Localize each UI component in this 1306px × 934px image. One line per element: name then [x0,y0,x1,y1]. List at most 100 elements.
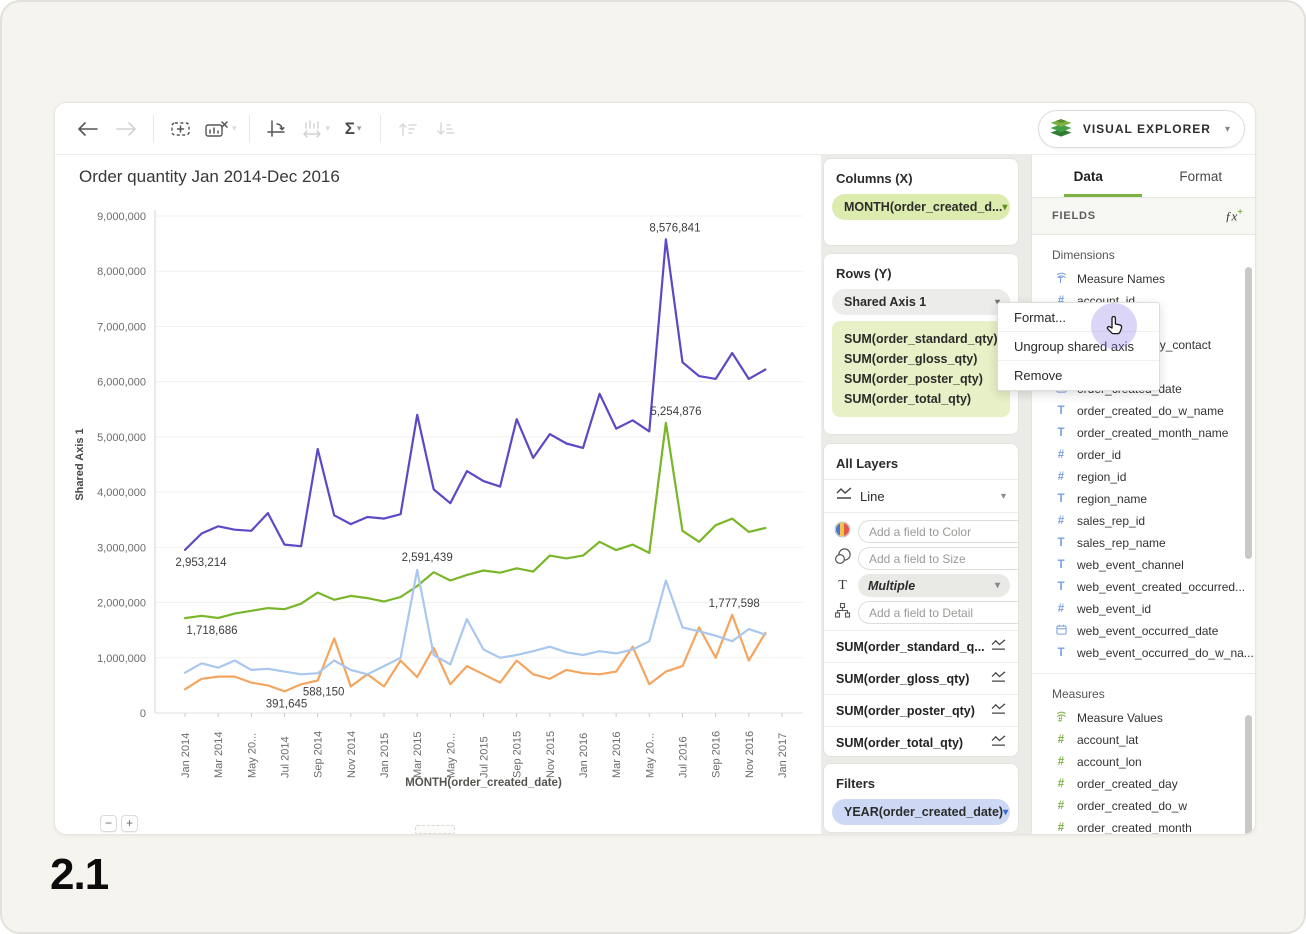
field-item[interactable]: #account_lon [1032,751,1256,773]
field-item[interactable]: #web_event_id [1032,598,1256,620]
resize-bars-icon[interactable]: ▾ [300,113,331,145]
chart-element: Jan 2017 [777,733,789,778]
field-item[interactable]: Tregion_name [1032,488,1256,510]
size-field-input[interactable] [858,547,1019,570]
sort-ascending-icon[interactable] [393,113,423,145]
text-field-icon: T [1054,493,1068,505]
field-item[interactable]: #order_id [1032,444,1256,466]
layer-field-row[interactable]: SUM(order_standard_q... [824,630,1018,662]
chart-element: Nov 2016 [744,731,756,778]
field-item[interactable]: #order_created_do_w [1032,795,1256,817]
toolbar-separator [249,115,250,143]
line-chart-icon [991,703,1006,718]
layer-field-row[interactable]: SUM(order_gloss_qty) [824,662,1018,694]
field-item-label: order_created_day [1077,777,1178,791]
columns-field-pill[interactable]: MONTH(order_created_d... ▾ [832,194,1010,220]
field-item[interactable]: #order_created_day [1032,773,1256,795]
visual-explorer-button[interactable]: VISUAL EXPLORER ▾ [1038,110,1245,148]
field-item[interactable]: #Measure Values [1032,707,1256,729]
color-field-input[interactable] [858,520,1019,543]
chart-element: Nov 2015 [545,731,557,778]
chart-element: 588,150 [303,687,345,699]
chart-element: Shared Axis 1 [74,428,86,500]
layer-field-row[interactable]: SUM(order_poster_qty) [824,694,1018,726]
shared-axis-field[interactable]: SUM(order_poster_qty) [832,369,1010,389]
remove-chart-icon[interactable]: ▾ [204,113,237,145]
forward-arrow-icon[interactable] [111,113,141,145]
number-field-icon: # [1054,603,1068,615]
field-item[interactable]: TMeasure Names [1032,268,1256,290]
chart-element: 2,953,214 [175,557,227,569]
hand-cursor-icon [1103,313,1127,344]
context-menu-item[interactable]: Ungroup shared axis [998,332,1159,361]
detail-field-input[interactable] [858,601,1019,624]
field-item[interactable]: Torder_created_do_w_name [1032,400,1256,422]
swap-axes-icon[interactable] [262,113,292,145]
chart-scrollbar-handle[interactable] [415,825,455,834]
field-item-label: order_created_month_name [1077,426,1228,440]
measures-scrollbar[interactable] [1245,715,1252,835]
toolbar-separator [153,115,154,143]
measure-values-icon: # [1054,710,1068,726]
filter-field-pill[interactable]: YEAR(order_created_date) ▾ [832,799,1010,825]
zoom-out-button[interactable]: − [100,815,117,832]
field-item-label: web_event_occurred_date [1077,624,1218,638]
chart-element: May 20... [246,733,258,778]
shared-axis-field[interactable]: SUM(order_total_qty) [832,389,1010,409]
number-field-icon: # [1054,471,1068,483]
mark-type-dropdown[interactable]: Line ▾ [824,480,1018,512]
field-item[interactable]: Tweb_event_created_occurred... [1032,576,1256,598]
field-item[interactable]: #account_lat [1032,729,1256,751]
all-layers-shelf: All Layers Line ▾ [823,443,1019,757]
field-item[interactable]: Tsales_rep_name [1032,532,1256,554]
chevron-down-icon: ▾ [1003,807,1008,818]
tab-format[interactable]: Format [1145,155,1257,197]
aggregate-sigma-icon[interactable]: Σ ▾ [338,113,368,145]
field-item-label: sales_rep_name [1077,536,1166,550]
field-item-label: order_id [1077,448,1121,462]
layer-field-row[interactable]: SUM(order_total_qty) [824,726,1018,757]
mark-type-label: Line [860,489,993,504]
field-item[interactable]: Tweb_event_channel [1032,554,1256,576]
field-item[interactable]: Tweb_event_occurred_do_w_na... [1032,642,1256,664]
number-field-icon: # [1054,800,1068,812]
chart-element: 8,000,000 [97,266,146,278]
add-calculated-field-icon[interactable]: ƒx+ [1225,207,1243,224]
sort-descending-icon[interactable] [431,113,461,145]
columns-shelf: Columns (X) MONTH(order_created_d... ▾ [823,158,1019,246]
columns-shelf-title: Columns (X) [824,159,1018,194]
number-field-icon: # [1054,756,1068,768]
shared-axis-field[interactable]: SUM(order_gloss_qty) [832,349,1010,369]
text-field-icon: T [1054,647,1068,659]
chevron-down-icon: ▾ [1002,202,1007,213]
field-item[interactable]: #order_created_month [1032,817,1256,835]
detail-encoding-icon [834,602,851,624]
chevron-down-icon: ▾ [995,580,1000,591]
layer-field-label: SUM(order_gloss_qty) [836,672,969,686]
chart-element: Mar 2015 [412,732,424,778]
filters-title: Filters [824,764,1018,799]
chart-element: Mar 2016 [611,732,623,778]
field-item-label: web_event_occurred_do_w_na... [1077,646,1254,660]
dimensions-section-label: Dimensions [1032,235,1256,268]
label-field-pill[interactable]: Multiple ▾ [858,574,1010,597]
field-item[interactable]: #region_id [1032,466,1256,488]
shared-axis-label: Shared Axis 1 [844,295,926,309]
chart-title: Order quantity Jan 2014-Dec 2016 [79,167,340,187]
field-item[interactable]: Torder_created_month_name [1032,422,1256,444]
duplicate-tile-icon[interactable] [166,113,196,145]
back-arrow-icon[interactable] [73,113,103,145]
tab-data[interactable]: Data [1032,155,1145,197]
field-item[interactable]: web_event_occurred_date [1032,620,1256,642]
field-item[interactable]: #sales_rep_id [1032,510,1256,532]
shared-axis-field[interactable]: SUM(order_standard_qty) [832,329,1010,349]
zoom-in-button[interactable]: + [121,815,138,832]
chart-element: May 20... [445,733,457,778]
chart-element: 4,000,000 [97,487,146,499]
context-menu-item[interactable]: Remove [998,361,1159,390]
dimensions-scrollbar[interactable] [1245,267,1252,559]
columns-field-label: MONTH(order_created_d... [844,200,1002,214]
chart-element: 5,254,876 [650,406,701,418]
chart-element: Jan 2016 [578,733,590,778]
shared-axis-pill[interactable]: Shared Axis 1 ▾ [832,289,1010,315]
